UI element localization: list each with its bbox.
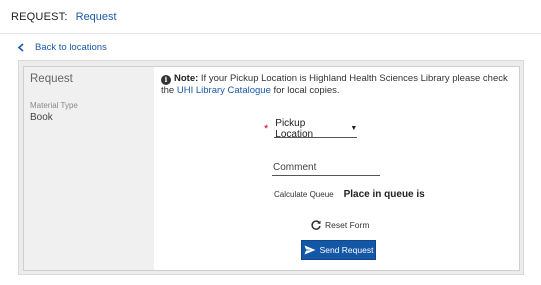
pickup-note: i Note: If your Pickup Location is Highla… [161, 73, 513, 97]
place-in-queue-label: Place in queue is [343, 189, 425, 200]
request-panel: Request Material Type Book i Note: If you… [18, 60, 524, 275]
calculate-queue-button[interactable]: Calculate Queue [274, 190, 334, 199]
uhi-library-catalogue-link[interactable]: UHI Library Catalogue [177, 85, 271, 96]
info-icon: i [161, 75, 171, 85]
back-to-locations-label: Back to locations [35, 41, 107, 53]
pickup-location-label: Pickup Location [275, 117, 314, 140]
caret-down-icon: ▼ [350, 125, 358, 132]
back-to-locations-link[interactable]: Back to locations [0, 36, 541, 58]
send-request-button[interactable]: Send Request [301, 240, 376, 260]
send-icon [304, 245, 316, 255]
page-header: REQUEST: Request [0, 0, 541, 34]
note-text-after: for local copies. [270, 85, 340, 96]
pickup-location-select[interactable]: Pickup Location ▼ [274, 117, 358, 140]
queue-row: Calculate Queue Place in queue is [274, 189, 425, 200]
reset-form-label: Reset Form [325, 220, 370, 230]
request-label: REQUEST: [11, 10, 68, 23]
chevron-left-icon [14, 40, 28, 54]
request-sidebar: Request Material Type Book [24, 67, 154, 270]
required-marker: * [264, 123, 269, 135]
request-panel-inner: Request Material Type Book i Note: If you… [23, 66, 520, 271]
note-bold-label: Note: [174, 73, 199, 84]
refresh-icon [311, 220, 321, 230]
sidebar-title: Request [30, 73, 73, 85]
pickup-location-row: * Pickup Location ▼ [264, 117, 358, 140]
request-breadcrumb-link[interactable]: Request [76, 11, 117, 23]
request-form: i Note: If your Pickup Location is Highla… [154, 67, 519, 270]
send-request-label: Send Request [319, 245, 374, 255]
reset-form-button[interactable]: Reset Form [310, 219, 369, 231]
comment-placeholder: Comment [273, 161, 317, 173]
material-type-label: Material Type [30, 101, 78, 110]
material-type-value: Book [30, 112, 53, 123]
comment-field[interactable]: Comment [272, 159, 380, 176]
